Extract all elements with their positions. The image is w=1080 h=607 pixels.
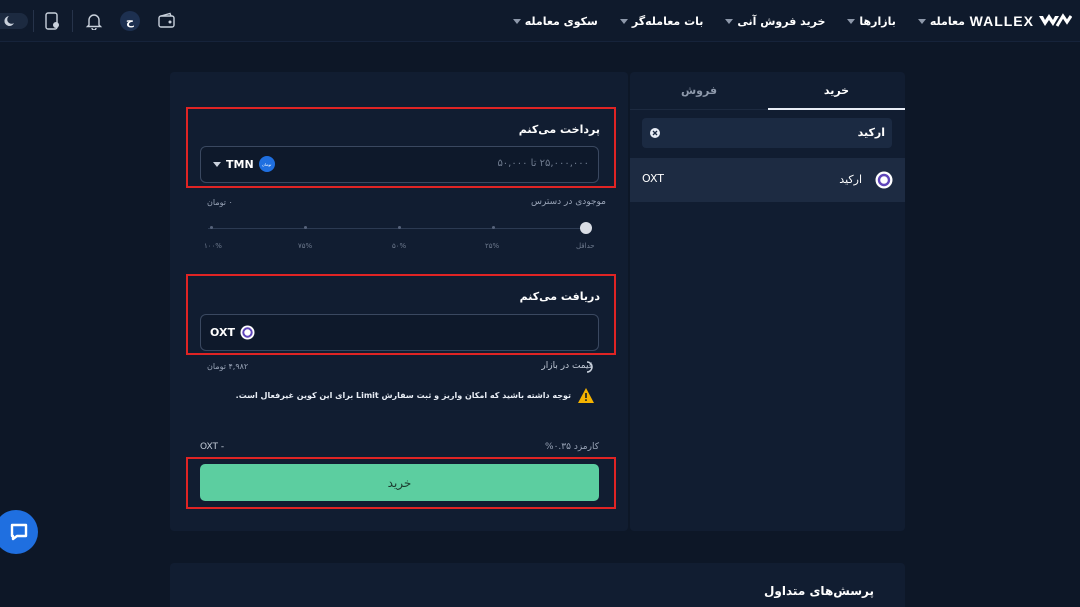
chevron-down-icon [512, 18, 521, 24]
slider-stop[interactable] [492, 226, 495, 229]
clear-search-icon[interactable] [650, 128, 660, 138]
chevron-down-icon [725, 18, 734, 24]
nav-item-trade[interactable]: معامله [917, 14, 965, 28]
slider-label-75: ۷۵% [298, 242, 313, 250]
avatar-letter: ح [120, 11, 140, 31]
pay-amount-placeholder: ۲۵,۰۰۰,۰۰۰ تا ۵۰,۰۰۰ [497, 158, 589, 169]
receive-currency-code: OXT [210, 326, 235, 339]
chevron-down-icon [619, 18, 628, 24]
toman-badge-icon: تومان [258, 156, 275, 172]
slider-label-25: ۲۵% [485, 242, 500, 250]
wallet-button[interactable] [155, 9, 179, 33]
wallet-icon [158, 12, 175, 28]
slider-stop[interactable] [398, 226, 401, 229]
tab-sell[interactable]: فروش [630, 72, 768, 110]
notifications-button[interactable] [82, 9, 106, 33]
nav-item-label: سکوی معامله [524, 14, 598, 28]
nav-item-markets[interactable]: بازارها [847, 14, 896, 28]
nav-item-label: معامله [929, 14, 965, 28]
nav-item-instant-trade[interactable]: خرید فروش آنی [725, 15, 825, 28]
balance-label: موجودی در دسترس [530, 197, 606, 207]
moon-icon [0, 13, 28, 29]
chevron-down-icon [917, 18, 926, 24]
coin-search-value: ارکید [857, 126, 885, 139]
chevron-down-icon [213, 161, 221, 167]
buy-button[interactable]: خرید [200, 464, 599, 501]
brand-logo[interactable]: WALLEX [970, 11, 1072, 31]
mobile-download-icon [45, 12, 59, 30]
mobile-app-button[interactable] [40, 9, 64, 33]
chat-icon [10, 523, 28, 541]
slider-stop[interactable] [304, 226, 307, 229]
fee-value: - OXT [200, 442, 225, 452]
nav-item-label: بازارها [859, 14, 896, 28]
pay-currency-select[interactable]: TMN تومان [213, 156, 275, 172]
slider-label-min: حداقل [576, 242, 595, 250]
receive-amount-input[interactable]: OXT [200, 314, 599, 351]
slider-stop[interactable] [210, 226, 213, 229]
coin-result-name: ارکید [839, 173, 862, 186]
nav-item-label: خرید فروش آنی [737, 14, 826, 28]
balance-value: ۰ تومان [207, 198, 233, 207]
theme-toggle[interactable] [0, 9, 30, 33]
amount-slider-track[interactable] [208, 228, 586, 229]
pay-title: پرداخت می‌کنم [518, 123, 600, 136]
coin-result-symbol: OXT [642, 172, 665, 185]
main-nav: معامله بازارها خرید فروش آنی بات معامله‌… [512, 0, 965, 42]
top-bar: WALLEX معامله بازارها خرید فروش آنی بات … [0, 0, 1080, 42]
loading-spinner-icon [586, 361, 593, 373]
pay-currency-code: TMN [226, 157, 254, 171]
slider-handle[interactable] [580, 222, 592, 234]
brand-wordmark: WALLEX [969, 13, 1034, 29]
wallex-logo-icon [1039, 13, 1072, 27]
tab-buy[interactable]: خرید [768, 72, 905, 110]
faq-title: پرسش‌های متداول [764, 584, 874, 598]
chevron-down-icon [847, 18, 856, 24]
warning-text: توجه داشته باشید که امکان واریز و ثبت سف… [235, 391, 571, 400]
nav-item-label: بات معامله‌گر [631, 14, 704, 28]
avatar[interactable]: ح [118, 9, 142, 33]
faq-section: پرسش‌های متداول [170, 563, 905, 607]
orchid-coin-icon [875, 171, 893, 189]
slider-label-100: ۱۰۰% [204, 242, 222, 250]
coin-search-input[interactable]: ارکید [642, 118, 892, 148]
support-chat-button[interactable] [0, 510, 38, 554]
nav-item-trading-bot[interactable]: بات معامله‌گر [619, 14, 704, 28]
nav-item-trading-platform[interactable]: سکوی معامله [512, 14, 598, 28]
orchid-coin-icon [240, 325, 255, 340]
fee-label: کارمزد ۰.۳۵% [545, 442, 599, 452]
receive-title: دریافت می‌کنم [519, 290, 600, 303]
pay-amount-input[interactable]: ۲۵,۰۰۰,۰۰۰ تا ۵۰,۰۰۰ TMN تومان [200, 146, 599, 183]
receive-currency: OXT [210, 325, 255, 340]
bell-icon [85, 14, 103, 30]
header-divider [33, 10, 34, 32]
coin-result-row[interactable]: ارکید OXT [630, 158, 905, 202]
market-price-value: ۴,۹۸۲ تومان [207, 362, 249, 371]
slider-label-50: ۵۰% [392, 242, 407, 250]
warning-icon [578, 388, 594, 403]
header-divider [72, 10, 73, 32]
